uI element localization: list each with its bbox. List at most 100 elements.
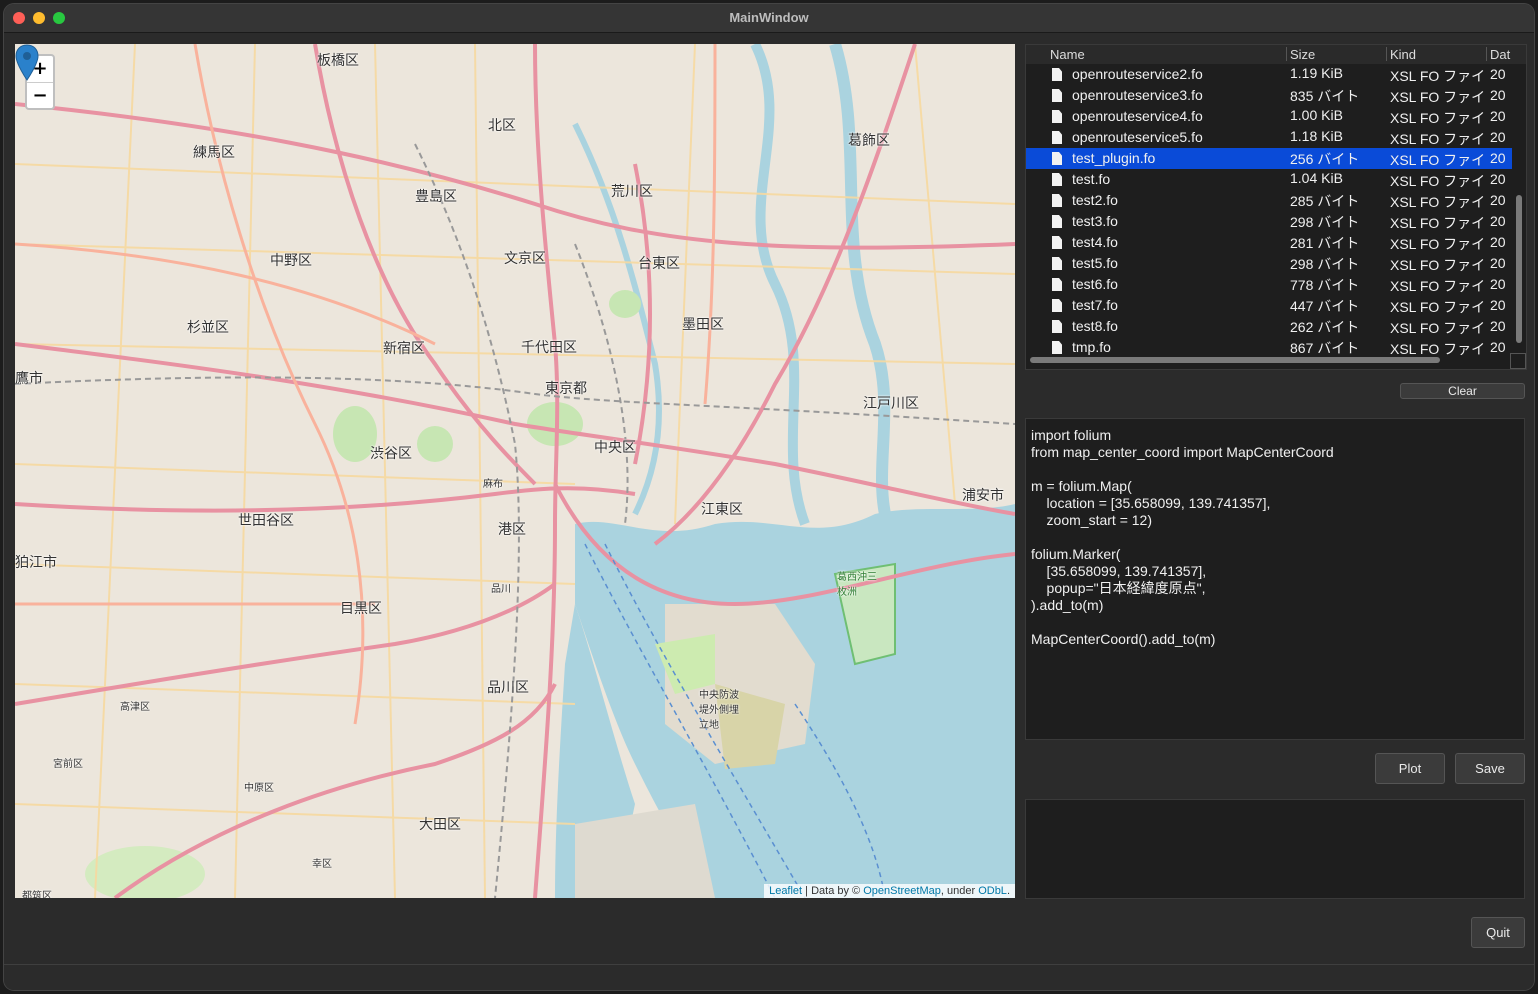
file-name: test7.fo xyxy=(1072,297,1118,313)
file-row[interactable]: test4.fo 281 バイト XSL FO ファイル20 xyxy=(1026,232,1512,253)
file-name: openrouteservice2.fo xyxy=(1072,66,1203,82)
output-area[interactable] xyxy=(1025,799,1525,899)
column-header-size[interactable]: Size xyxy=(1290,47,1315,62)
file-kind: XSL FO ファイル xyxy=(1390,110,1486,126)
map-label: 浦安市 xyxy=(962,488,1004,504)
file-row[interactable]: openrouteservice3.fo 835 バイト XSL FO ファイル20 xyxy=(1026,85,1512,106)
file-row[interactable]: test5.fo 298 バイト XSL FO ファイル20 xyxy=(1026,253,1512,274)
map-view[interactable]: + − 板橋区 練馬区 北区 葛飾区 豊島区 荒川区 中野区 文京区 台東区 杉… xyxy=(15,44,1015,898)
leaflet-link[interactable]: Leaflet xyxy=(769,885,802,897)
file-row[interactable]: test_plugin.fo 256 バイト XSL FO ファイル20 xyxy=(1026,148,1512,169)
window-title: MainWindow xyxy=(729,10,809,25)
file-row[interactable]: test2.fo 285 バイト XSL FO ファイル20 xyxy=(1026,190,1512,211)
file-list[interactable]: Name Size Kind Dat openrouteservice2.fo 1… xyxy=(1025,44,1527,370)
file-icon xyxy=(1052,341,1062,354)
file-kind: XSL FO ファイル xyxy=(1390,299,1486,315)
file-size: 262 バイト xyxy=(1290,319,1360,335)
quit-button[interactable]: Quit xyxy=(1471,917,1525,948)
file-size: 298 バイト xyxy=(1290,214,1360,230)
vertical-scrollbar[interactable] xyxy=(1516,195,1522,343)
map-label: 渋谷区 xyxy=(370,446,412,462)
file-list-header: Name Size Kind Dat xyxy=(1026,45,1526,64)
file-kind: XSL FO ファイル xyxy=(1390,89,1486,105)
map-label: 葛西沖三枚洲 xyxy=(837,572,877,598)
file-name: tmp.fo xyxy=(1072,339,1111,355)
file-name: openrouteservice3.fo xyxy=(1072,87,1203,103)
zoom-out-button[interactable]: − xyxy=(27,83,53,109)
file-size: 1.19 KiB xyxy=(1290,65,1343,81)
file-kind: XSL FO ファイル xyxy=(1390,215,1486,231)
map-marker-icon[interactable] xyxy=(15,44,39,82)
main-window: MainWindow + − 板橋区 練馬区 北区 葛飾区 豊島区 荒川区 中野… xyxy=(4,4,1534,990)
file-kind: XSL FO ファイル xyxy=(1390,68,1486,84)
file-date: 20 xyxy=(1490,276,1506,292)
file-name: test4.fo xyxy=(1072,234,1118,250)
map-label: 港区 xyxy=(498,522,526,538)
map-label: 高津区 xyxy=(120,702,150,713)
map-label: 鷹市 xyxy=(15,371,43,387)
clear-button[interactable]: Clear xyxy=(1400,383,1525,399)
file-size: 281 バイト xyxy=(1290,235,1360,251)
scroll-corner xyxy=(1510,353,1526,369)
file-row[interactable]: test.fo 1.04 KiB XSL FO ファイル20 xyxy=(1026,169,1512,190)
code-editor[interactable]: import folium from map_center_coord impo… xyxy=(1025,418,1525,740)
horizontal-scrollbar[interactable] xyxy=(1030,357,1440,363)
map-label: 中原区 xyxy=(244,783,274,794)
file-row[interactable]: test6.fo 778 バイト XSL FO ファイル20 xyxy=(1026,274,1512,295)
map-label: 杉並区 xyxy=(187,320,229,336)
odbl-link[interactable]: ODbL xyxy=(978,885,1007,897)
map-label: 東京都 xyxy=(545,381,587,397)
file-row[interactable]: openrouteservice4.fo 1.00 KiB XSL FO ファイル2… xyxy=(1026,106,1512,127)
file-icon xyxy=(1052,215,1062,228)
file-icon xyxy=(1052,131,1062,144)
file-icon xyxy=(1052,68,1062,81)
map-label: 板橋区 xyxy=(317,53,359,69)
file-row[interactable]: openrouteservice2.fo 1.19 KiB XSL FO ファイル2… xyxy=(1026,64,1512,85)
attribution-text: , under xyxy=(940,885,979,897)
file-date: 20 xyxy=(1490,171,1506,187)
file-row[interactable]: test8.fo 262 バイト XSL FO ファイル20 xyxy=(1026,316,1512,337)
map-label: 中央区 xyxy=(594,440,636,456)
file-row[interactable]: test7.fo 447 バイト XSL FO ファイル20 xyxy=(1026,295,1512,316)
map-label: 荒川区 xyxy=(611,184,653,200)
map-label: 北区 xyxy=(488,118,516,134)
file-kind: XSL FO ファイル xyxy=(1390,257,1486,273)
file-kind: XSL FO ファイル xyxy=(1390,320,1486,336)
file-row[interactable]: openrouteservice5.fo 1.18 KiB XSL FO ファイル2… xyxy=(1026,127,1512,148)
title-bar: MainWindow xyxy=(4,4,1534,33)
map-label: 新宿区 xyxy=(383,341,425,357)
file-icon xyxy=(1052,152,1062,165)
status-bar xyxy=(4,964,1534,990)
file-date: 20 xyxy=(1490,297,1506,313)
file-size: 835 バイト xyxy=(1290,88,1360,104)
file-size: 1.18 KiB xyxy=(1290,128,1343,144)
file-size: 256 バイト xyxy=(1290,151,1360,167)
file-icon xyxy=(1052,257,1062,270)
save-button[interactable]: Save xyxy=(1455,753,1525,784)
file-row[interactable]: test3.fo 298 バイト XSL FO ファイル20 xyxy=(1026,211,1512,232)
file-date: 20 xyxy=(1490,339,1506,355)
openstreetmap-link[interactable]: OpenStreetMap xyxy=(863,885,941,897)
file-row[interactable]: tmp.fo 867 バイト XSL FO ファイル20 xyxy=(1026,337,1512,358)
file-kind: XSL FO ファイル xyxy=(1390,152,1486,168)
file-size: 1.04 KiB xyxy=(1290,170,1343,186)
map-label: 練馬区 xyxy=(193,145,235,161)
column-header-date[interactable]: Dat xyxy=(1490,47,1510,62)
file-kind: XSL FO ファイル xyxy=(1390,236,1486,252)
file-name: test5.fo xyxy=(1072,255,1118,271)
column-header-kind[interactable]: Kind xyxy=(1390,47,1416,62)
file-name: test3.fo xyxy=(1072,213,1118,229)
file-icon xyxy=(1052,194,1062,207)
file-icon xyxy=(1052,320,1062,333)
map-label: 豊島区 xyxy=(415,189,457,205)
map-label: 中央防波堤外側埋立地 xyxy=(699,690,739,731)
plot-button[interactable]: Plot xyxy=(1375,753,1445,784)
file-icon xyxy=(1052,173,1062,186)
map-label: 宮前区 xyxy=(53,759,83,770)
file-kind: XSL FO ファイル xyxy=(1390,173,1486,189)
column-header-name[interactable]: Name xyxy=(1050,47,1085,62)
map-label: 江東区 xyxy=(701,502,743,518)
file-date: 20 xyxy=(1490,192,1506,208)
file-icon xyxy=(1052,110,1062,123)
map-label: 品川区 xyxy=(487,680,529,696)
